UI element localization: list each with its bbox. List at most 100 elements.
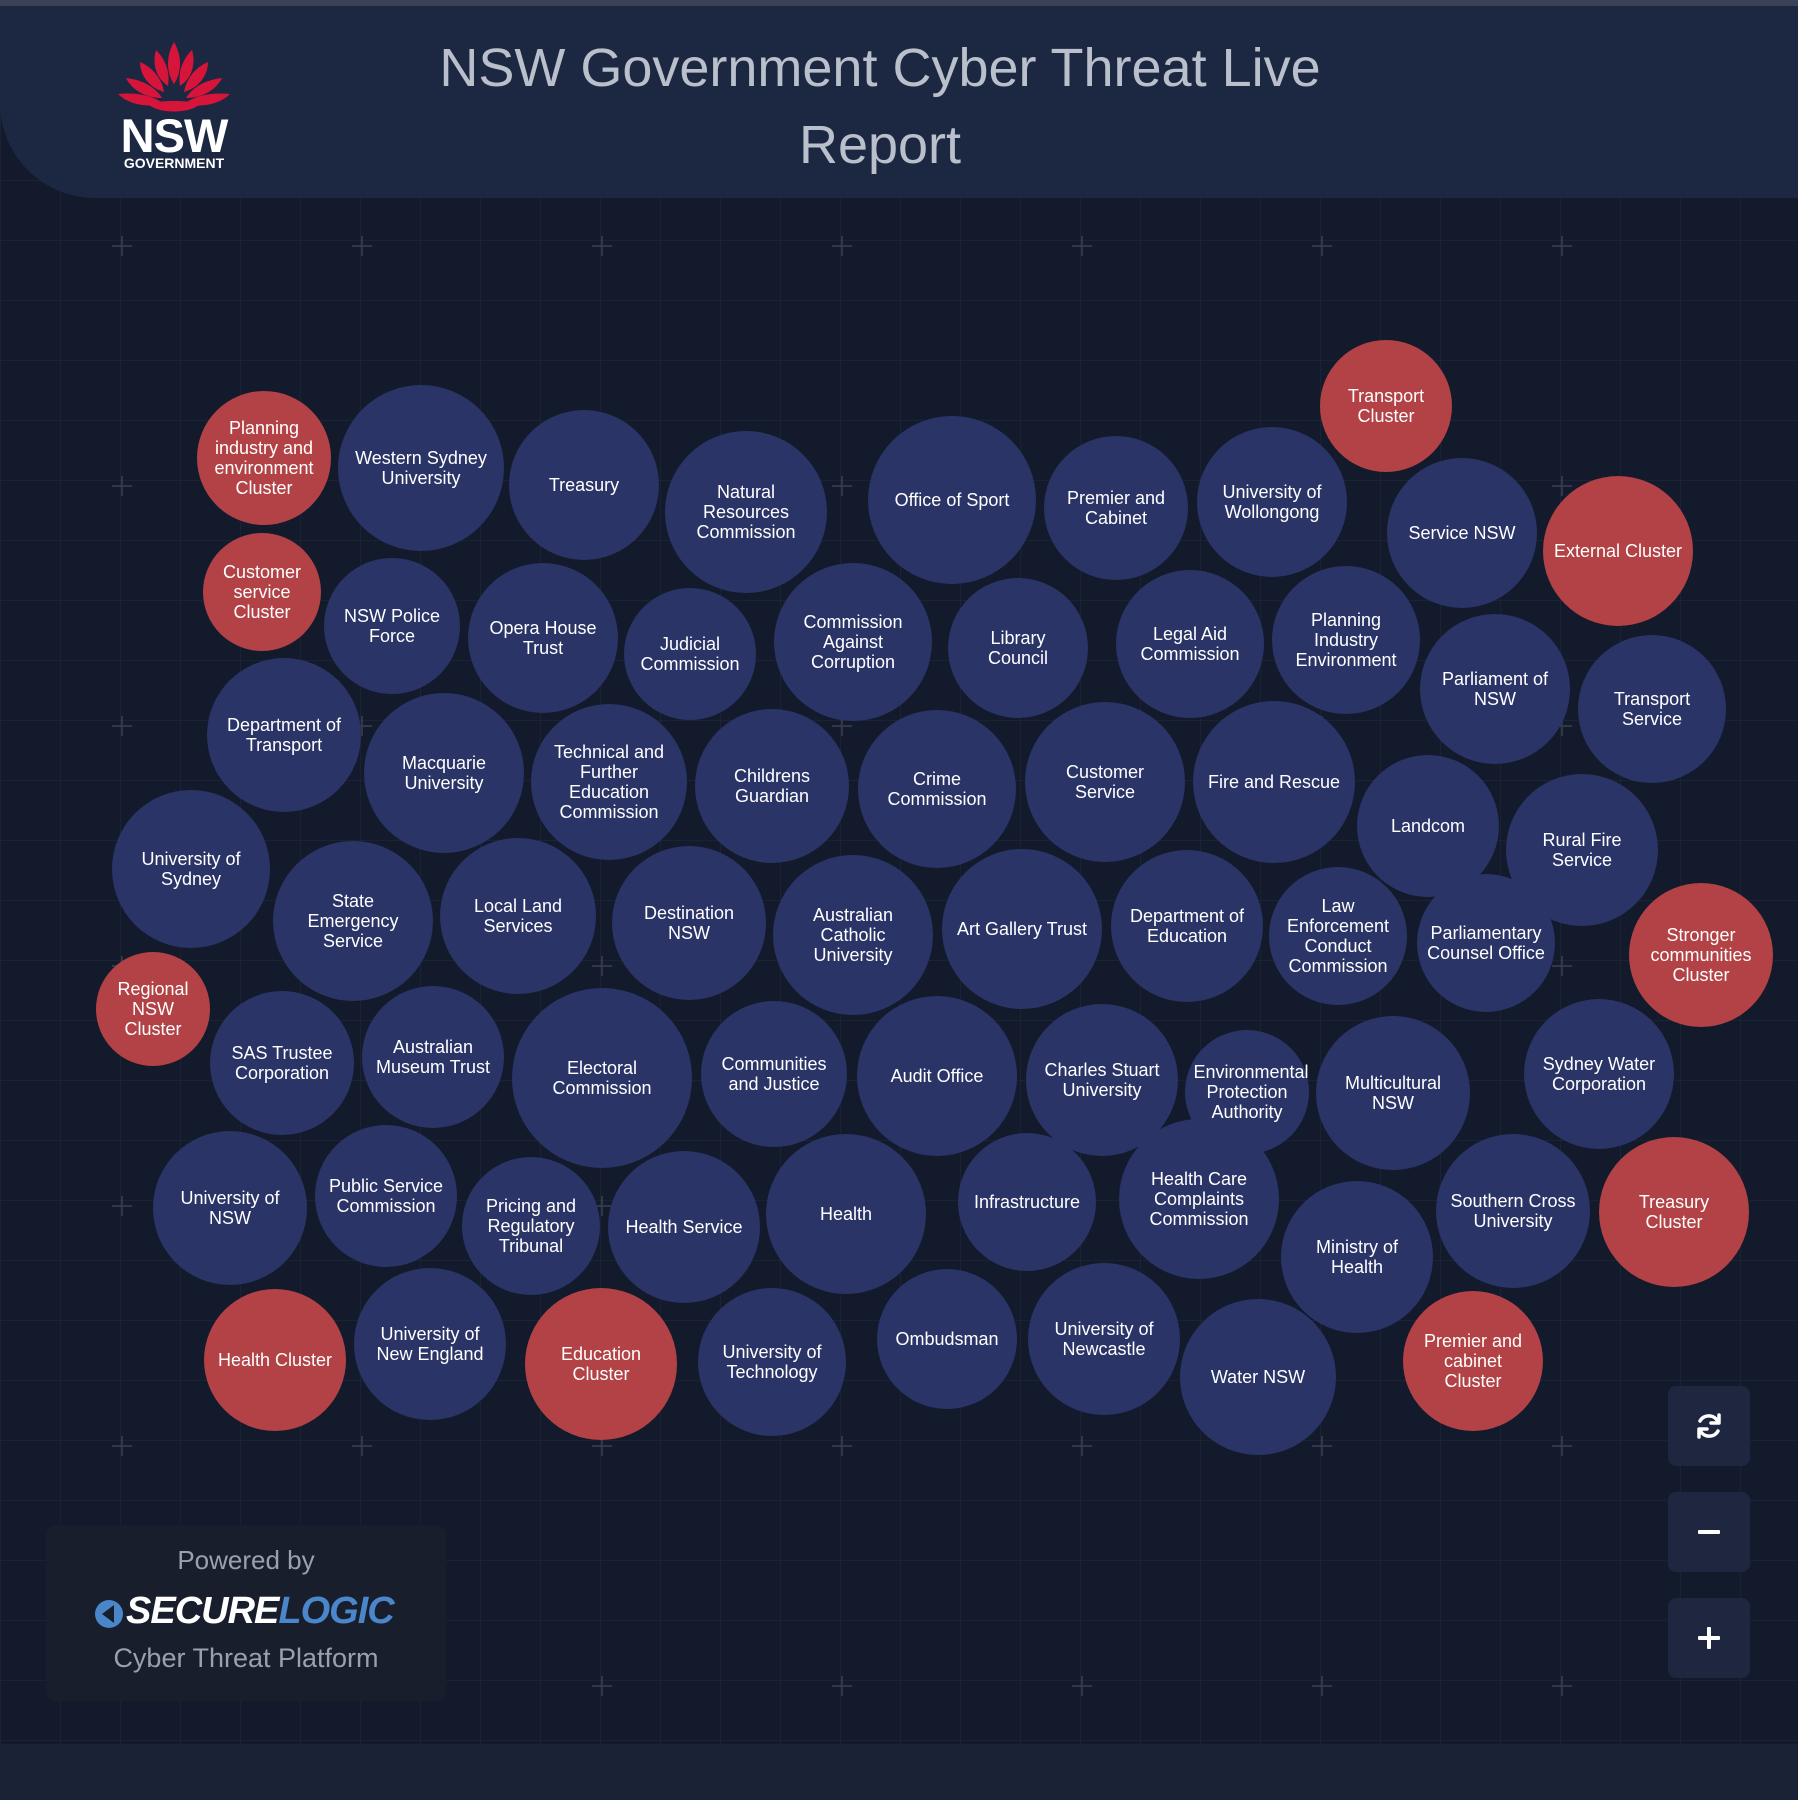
agency-bubble[interactable]: Health Service [608,1151,760,1303]
bubble-label: University of Wollongong [1222,482,1322,522]
agency-bubble[interactable]: Southern Cross University [1436,1134,1590,1288]
agency-bubble[interactable]: Opera House Trust [468,563,618,713]
agency-bubble[interactable]: Department of Education [1111,850,1263,1002]
cluster-bubble[interactable]: Education Cluster [525,1288,677,1440]
agency-bubble[interactable]: Multicultural NSW [1316,1016,1470,1170]
bubble-label: Premier and Cabinet [1066,488,1166,528]
agency-bubble[interactable]: Destination NSW [612,846,766,1000]
bubble-chart-stage[interactable]: NSW GOVERNMENT NSW Government Cyber Thre… [0,0,1798,1800]
minus-icon [1698,1530,1720,1534]
bubble-label: Office of Sport [894,490,1010,510]
cluster-bubble[interactable]: Customer service Cluster [203,533,321,651]
grid-cross [112,236,132,256]
bubble-label: University of Newcastle [1054,1319,1154,1359]
agency-bubble[interactable]: Parliamentary Counsel Office [1417,874,1555,1012]
agency-bubble[interactable]: Public Service Commission [315,1125,457,1267]
grid-cross [112,716,132,736]
bubble-label: Pricing and Regulatory Tribunal [485,1196,577,1256]
cluster-bubble[interactable]: Regional NSW Cluster [96,952,210,1066]
cluster-bubble[interactable]: Stronger communities Cluster [1629,883,1773,1027]
agency-bubble[interactable]: Department of Transport [207,658,361,812]
page-title: NSW Government Cyber Threat Live Report [439,38,1321,175]
bubble-label: Health Cluster [217,1350,333,1370]
bubble-label: Australian Museum Trust [375,1037,491,1077]
bubble-label: Destination NSW [643,903,735,943]
agency-bubble[interactable]: Western Sydney University [338,385,504,551]
bubble-label: University of Technology [722,1342,822,1382]
agency-bubble[interactable]: Health [766,1134,926,1294]
grid-cross [832,476,852,496]
agency-bubble[interactable]: Transport Service [1578,635,1726,783]
agency-bubble[interactable]: University of NSW [153,1131,307,1285]
agency-bubble[interactable]: Infrastructure [958,1133,1096,1271]
agency-bubble[interactable]: Health Care Complaints Commission [1119,1119,1279,1279]
agency-bubble[interactable]: Premier and Cabinet [1044,436,1188,580]
agency-bubble[interactable]: Treasury [509,410,659,560]
bubble-label: Electoral Commission [552,1058,652,1098]
agency-bubble[interactable]: University of Newcastle [1028,1263,1180,1415]
agency-bubble[interactable]: Electoral Commission [512,988,692,1168]
agency-bubble[interactable]: University of Technology [698,1288,846,1436]
agency-bubble[interactable]: State Emergency Service [273,841,433,1001]
agency-bubble[interactable]: Fire and Rescue [1193,701,1355,863]
agency-bubble[interactable]: Commission Against Corruption [774,563,932,721]
agency-bubble[interactable]: Judicial Commission [624,588,756,720]
bubble-label: Planning Industry Environment [1295,610,1397,670]
bubble-label: Local Land Services [473,896,563,936]
bubble-label: Crime Commission [887,769,987,809]
agency-bubble[interactable]: Macquarie University [364,693,524,853]
agency-bubble[interactable]: Parliament of NSW [1420,614,1570,764]
bubble-label: Southern Cross University [1450,1191,1576,1231]
agency-bubble[interactable]: Technical and Further Education Commissi… [531,704,687,860]
agency-bubble[interactable]: Communities and Justice [701,1001,847,1147]
cluster-bubble[interactable]: Premier and cabinet Cluster [1403,1291,1543,1431]
agency-bubble[interactable]: Water NSW [1180,1299,1336,1455]
agency-bubble[interactable]: Sydney Water Corporation [1524,999,1674,1149]
cluster-bubble[interactable]: Treasury Cluster [1599,1137,1749,1287]
agency-bubble[interactable]: Ombudsman [877,1269,1017,1409]
agency-bubble[interactable]: Audit Office [857,996,1017,1156]
agency-bubble[interactable]: Ministry of Health [1281,1181,1433,1333]
agency-bubble[interactable]: Crime Commission [858,710,1016,868]
bubble-label: Childrens Guardian [733,766,811,806]
agency-bubble[interactable]: Australian Museum Trust [362,986,504,1128]
bubble-label: SAS Trustee Corporation [231,1043,333,1083]
grid-cross [112,476,132,496]
zoom-out-button[interactable] [1668,1492,1750,1572]
logo-wordmark: NSW [120,109,229,162]
agency-bubble[interactable]: Law Enforcement Conduct Commission [1269,867,1407,1005]
agency-bubble[interactable]: Art Gallery Trust [942,849,1102,1009]
cluster-bubble[interactable]: External Cluster [1543,476,1693,626]
agency-bubble[interactable]: Service NSW [1387,458,1537,608]
agency-bubble[interactable]: Legal Aid Commission [1116,570,1264,718]
agency-bubble[interactable]: Planning Industry Environment [1272,566,1420,714]
agency-bubble[interactable]: University of Wollongong [1197,427,1347,577]
agency-bubble[interactable]: University of New England [354,1268,506,1420]
refresh-icon [1697,1413,1721,1439]
brand-logic: LOGIC [278,1590,394,1632]
bubble-label: Environmental Protection Authority [1193,1062,1309,1122]
bubble-label: Fire and Rescue [1207,772,1341,792]
bubble-label: Sydney Water Corporation [1542,1054,1656,1094]
agency-bubble[interactable]: Australian Catholic University [773,855,933,1015]
cluster-bubble[interactable]: Planning industry and environment Cluste… [197,391,331,525]
agency-bubble[interactable]: Natural Resources Commission [665,431,827,593]
agency-bubble[interactable]: NSW Police Force [324,558,460,694]
agency-bubble[interactable]: University of Sydney [112,790,270,948]
agency-bubble[interactable]: Local Land Services [440,838,596,994]
agency-bubble[interactable]: Customer Service [1025,702,1185,862]
cluster-bubble[interactable]: Health Cluster [204,1289,346,1431]
agency-bubble[interactable]: Office of Sport [868,416,1036,584]
bubble-label: Health Care Complaints Commission [1149,1169,1249,1229]
agency-bubble[interactable]: Pricing and Regulatory Tribunal [462,1157,600,1295]
zoom-in-button[interactable] [1668,1598,1750,1678]
bubble-label: Customer Service [1065,762,1145,802]
agency-bubble[interactable]: SAS Trustee Corporation [210,991,354,1135]
agency-bubble[interactable]: Library Council [948,578,1088,718]
bubble-label: Transport Service [1613,689,1691,729]
agency-bubble[interactable]: Childrens Guardian [695,709,849,863]
bubble-label: Stronger communities Cluster [1650,925,1752,985]
refresh-button[interactable] [1668,1386,1750,1466]
cluster-bubble[interactable]: Transport Cluster [1320,340,1452,472]
bubble-label: Education Cluster [560,1344,642,1384]
